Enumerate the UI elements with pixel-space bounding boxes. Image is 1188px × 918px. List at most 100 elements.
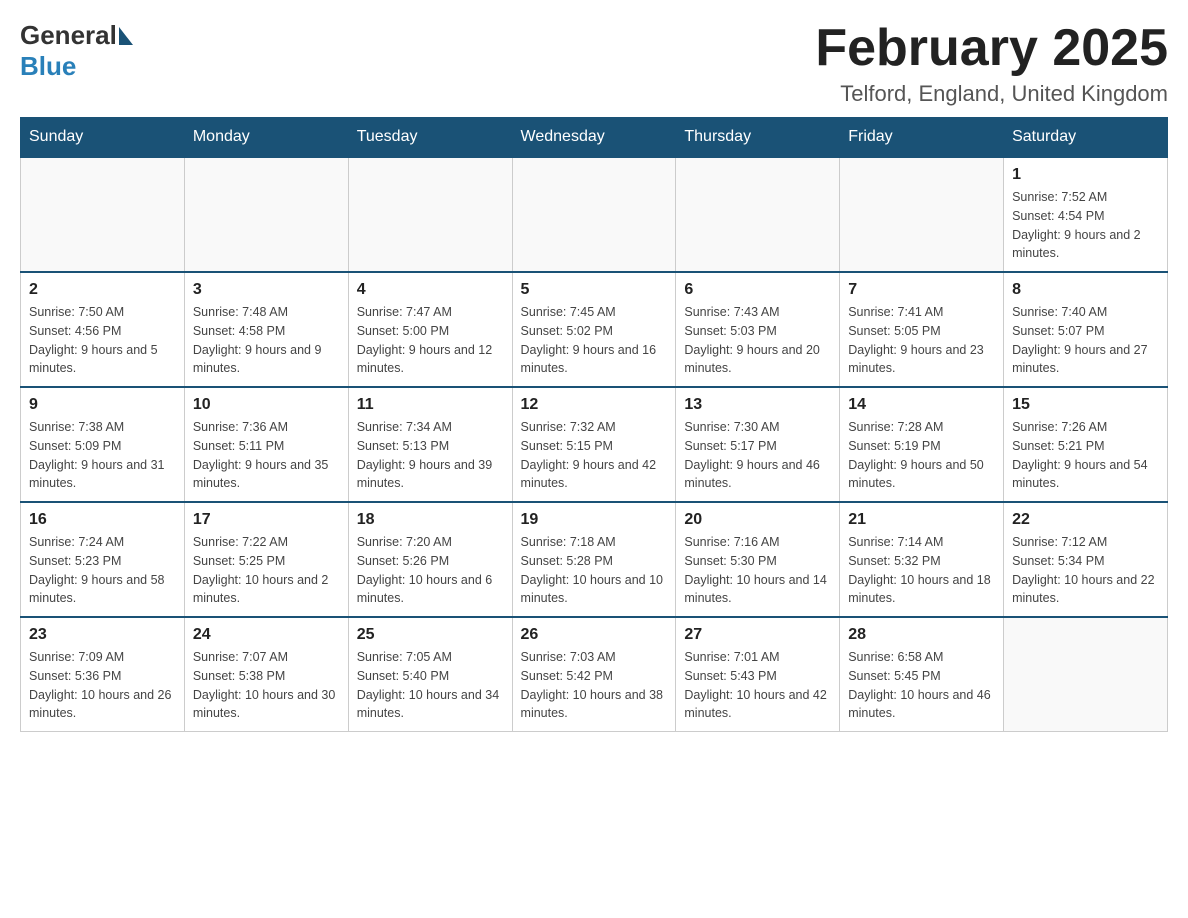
week-row-5: 23 Sunrise: 7:09 AMSunset: 5:36 PMDayligh… [21, 617, 1168, 732]
day-number: 12 [521, 396, 668, 414]
logo-general-text: General [20, 20, 117, 51]
day-info: Sunrise: 7:22 AMSunset: 5:25 PMDaylight:… [193, 533, 340, 608]
day-number: 26 [521, 626, 668, 644]
week-row-2: 2 Sunrise: 7:50 AMSunset: 4:56 PMDaylight… [21, 272, 1168, 387]
calendar-cell: 28 Sunrise: 6:58 AMSunset: 5:45 PMDayligh… [840, 617, 1004, 732]
day-info: Sunrise: 7:24 AMSunset: 5:23 PMDaylight:… [29, 533, 176, 608]
calendar-cell: 19 Sunrise: 7:18 AMSunset: 5:28 PMDayligh… [512, 502, 676, 617]
day-number: 15 [1012, 396, 1159, 414]
day-number: 10 [193, 396, 340, 414]
calendar-cell: 26 Sunrise: 7:03 AMSunset: 5:42 PMDayligh… [512, 617, 676, 732]
day-number: 17 [193, 511, 340, 529]
calendar-cell [840, 157, 1004, 272]
weekday-header-sunday: Sunday [21, 118, 185, 158]
day-number: 2 [29, 281, 176, 299]
weekday-header-tuesday: Tuesday [348, 118, 512, 158]
page-header: General Blue February 2025 Telford, Engl… [20, 20, 1168, 107]
day-info: Sunrise: 7:30 AMSunset: 5:17 PMDaylight:… [684, 418, 831, 493]
day-number: 11 [357, 396, 504, 414]
calendar-cell: 6 Sunrise: 7:43 AMSunset: 5:03 PMDaylight… [676, 272, 840, 387]
day-number: 7 [848, 281, 995, 299]
calendar-cell: 3 Sunrise: 7:48 AMSunset: 4:58 PMDaylight… [184, 272, 348, 387]
day-info: Sunrise: 7:41 AMSunset: 5:05 PMDaylight:… [848, 303, 995, 378]
day-info: Sunrise: 7:34 AMSunset: 5:13 PMDaylight:… [357, 418, 504, 493]
location-text: Telford, England, United Kingdom [815, 81, 1168, 107]
day-number: 16 [29, 511, 176, 529]
calendar-cell: 7 Sunrise: 7:41 AMSunset: 5:05 PMDaylight… [840, 272, 1004, 387]
day-number: 14 [848, 396, 995, 414]
day-info: Sunrise: 7:45 AMSunset: 5:02 PMDaylight:… [521, 303, 668, 378]
calendar-cell [676, 157, 840, 272]
calendar-cell: 1 Sunrise: 7:52 AMSunset: 4:54 PMDaylight… [1004, 157, 1168, 272]
weekday-header-saturday: Saturday [1004, 118, 1168, 158]
day-info: Sunrise: 7:52 AMSunset: 4:54 PMDaylight:… [1012, 188, 1159, 263]
logo: General Blue [20, 20, 133, 82]
day-info: Sunrise: 7:01 AMSunset: 5:43 PMDaylight:… [684, 648, 831, 723]
day-info: Sunrise: 7:20 AMSunset: 5:26 PMDaylight:… [357, 533, 504, 608]
day-info: Sunrise: 7:16 AMSunset: 5:30 PMDaylight:… [684, 533, 831, 608]
day-info: Sunrise: 7:40 AMSunset: 5:07 PMDaylight:… [1012, 303, 1159, 378]
day-info: Sunrise: 7:05 AMSunset: 5:40 PMDaylight:… [357, 648, 504, 723]
day-number: 19 [521, 511, 668, 529]
calendar-table: SundayMondayTuesdayWednesdayThursdayFrid… [20, 117, 1168, 732]
calendar-cell: 23 Sunrise: 7:09 AMSunset: 5:36 PMDayligh… [21, 617, 185, 732]
calendar-cell: 9 Sunrise: 7:38 AMSunset: 5:09 PMDaylight… [21, 387, 185, 502]
calendar-cell: 12 Sunrise: 7:32 AMSunset: 5:15 PMDayligh… [512, 387, 676, 502]
day-info: Sunrise: 7:47 AMSunset: 5:00 PMDaylight:… [357, 303, 504, 378]
day-number: 9 [29, 396, 176, 414]
day-info: Sunrise: 7:07 AMSunset: 5:38 PMDaylight:… [193, 648, 340, 723]
calendar-cell [21, 157, 185, 272]
calendar-cell: 8Sunrise: 7:40 AMSunset: 5:07 PMDaylight… [1004, 272, 1168, 387]
calendar-cell: 16 Sunrise: 7:24 AMSunset: 5:23 PMDayligh… [21, 502, 185, 617]
day-number: 25 [357, 626, 504, 644]
calendar-cell: 21 Sunrise: 7:14 AMSunset: 5:32 PMDayligh… [840, 502, 1004, 617]
day-info: Sunrise: 7:03 AMSunset: 5:42 PMDaylight:… [521, 648, 668, 723]
calendar-cell: 13 Sunrise: 7:30 AMSunset: 5:17 PMDayligh… [676, 387, 840, 502]
calendar-cell: 24 Sunrise: 7:07 AMSunset: 5:38 PMDayligh… [184, 617, 348, 732]
day-info: Sunrise: 7:09 AMSunset: 5:36 PMDaylight:… [29, 648, 176, 723]
month-title: February 2025 [815, 20, 1168, 77]
day-info: Sunrise: 7:38 AMSunset: 5:09 PMDaylight:… [29, 418, 176, 493]
day-info: Sunrise: 7:18 AMSunset: 5:28 PMDaylight:… [521, 533, 668, 608]
calendar-cell: 18 Sunrise: 7:20 AMSunset: 5:26 PMDayligh… [348, 502, 512, 617]
day-number: 13 [684, 396, 831, 414]
day-info: Sunrise: 6:58 AMSunset: 5:45 PMDaylight:… [848, 648, 995, 723]
weekday-header-row: SundayMondayTuesdayWednesdayThursdayFrid… [21, 118, 1168, 158]
calendar-cell: 11 Sunrise: 7:34 AMSunset: 5:13 PMDayligh… [348, 387, 512, 502]
day-number: 28 [848, 626, 995, 644]
calendar-cell [348, 157, 512, 272]
day-number: 6 [684, 281, 831, 299]
calendar-cell: 20Sunrise: 7:16 AMSunset: 5:30 PMDayligh… [676, 502, 840, 617]
weekday-header-wednesday: Wednesday [512, 118, 676, 158]
calendar-cell: 5Sunrise: 7:45 AMSunset: 5:02 PMDaylight… [512, 272, 676, 387]
calendar-cell: 14Sunrise: 7:28 AMSunset: 5:19 PMDayligh… [840, 387, 1004, 502]
day-number: 18 [357, 511, 504, 529]
calendar-cell [184, 157, 348, 272]
day-info: Sunrise: 7:26 AMSunset: 5:21 PMDaylight:… [1012, 418, 1159, 493]
day-number: 27 [684, 626, 831, 644]
weekday-header-monday: Monday [184, 118, 348, 158]
weekday-header-friday: Friday [840, 118, 1004, 158]
day-info: Sunrise: 7:50 AMSunset: 4:56 PMDaylight:… [29, 303, 176, 378]
day-info: Sunrise: 7:14 AMSunset: 5:32 PMDaylight:… [848, 533, 995, 608]
day-info: Sunrise: 7:43 AMSunset: 5:03 PMDaylight:… [684, 303, 831, 378]
weekday-header-thursday: Thursday [676, 118, 840, 158]
week-row-4: 16 Sunrise: 7:24 AMSunset: 5:23 PMDayligh… [21, 502, 1168, 617]
day-number: 24 [193, 626, 340, 644]
week-row-1: 1 Sunrise: 7:52 AMSunset: 4:54 PMDaylight… [21, 157, 1168, 272]
day-number: 1 [1012, 166, 1159, 184]
day-info: Sunrise: 7:32 AMSunset: 5:15 PMDaylight:… [521, 418, 668, 493]
calendar-cell: 2 Sunrise: 7:50 AMSunset: 4:56 PMDaylight… [21, 272, 185, 387]
day-number: 22 [1012, 511, 1159, 529]
title-section: February 2025 Telford, England, United K… [815, 20, 1168, 107]
calendar-cell [1004, 617, 1168, 732]
calendar-cell: 27 Sunrise: 7:01 AMSunset: 5:43 PMDayligh… [676, 617, 840, 732]
day-number: 21 [848, 511, 995, 529]
day-info: Sunrise: 7:48 AMSunset: 4:58 PMDaylight:… [193, 303, 340, 378]
week-row-3: 9 Sunrise: 7:38 AMSunset: 5:09 PMDaylight… [21, 387, 1168, 502]
day-number: 3 [193, 281, 340, 299]
day-number: 23 [29, 626, 176, 644]
day-info: Sunrise: 7:36 AMSunset: 5:11 PMDaylight:… [193, 418, 340, 493]
calendar-cell: 10 Sunrise: 7:36 AMSunset: 5:11 PMDayligh… [184, 387, 348, 502]
day-info: Sunrise: 7:12 AMSunset: 5:34 PMDaylight:… [1012, 533, 1159, 608]
